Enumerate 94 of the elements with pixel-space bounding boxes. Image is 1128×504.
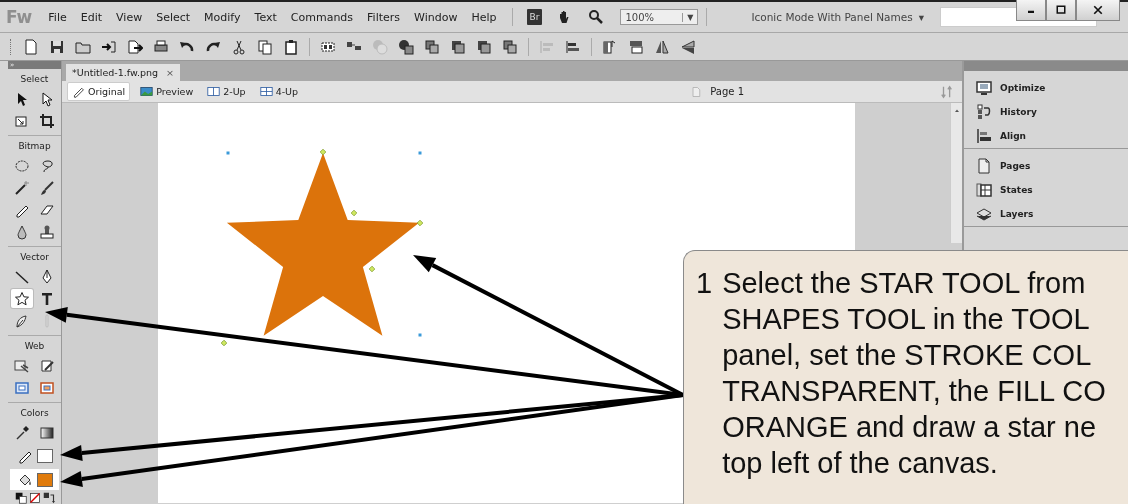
slice-icon bbox=[39, 357, 55, 374]
zoom-dropdown[interactable]: 100% ▼ bbox=[620, 9, 699, 25]
menu-item[interactable]: View bbox=[109, 10, 150, 24]
freeform-icon bbox=[14, 312, 30, 329]
flip-horizontal-icon[interactable] bbox=[654, 39, 670, 55]
line-icon bbox=[14, 268, 30, 285]
maximize-icon bbox=[1055, 4, 1067, 16]
monitor-icon bbox=[976, 79, 992, 96]
panel-button[interactable]: Pages bbox=[1000, 160, 1031, 171]
app-logo: Fw bbox=[6, 7, 32, 27]
menu-item[interactable]: Edit bbox=[73, 10, 110, 24]
document-icon[interactable] bbox=[23, 39, 39, 55]
section-label: Select bbox=[19, 74, 50, 84]
instruction-text: Select the STAR TOOL from SHAPES TOOL in the TOOL panel, set the STROKE COL TRANSPARENT, the FILL CO ORANGE and draw a star ne top left of the canvas. bbox=[722, 266, 1106, 481]
bridge-button[interactable]: Br bbox=[526, 9, 543, 25]
close-tab-button[interactable]: × bbox=[166, 67, 174, 78]
subselect-icon bbox=[39, 90, 55, 107]
section-label: Web bbox=[23, 341, 46, 351]
panel-button[interactable]: Align bbox=[1000, 130, 1026, 141]
scrollbar[interactable] bbox=[950, 103, 962, 243]
stacked-squares-icon[interactable] bbox=[502, 39, 518, 55]
hide-slices-icon bbox=[14, 379, 30, 396]
maximize-button[interactable] bbox=[1046, 0, 1076, 21]
stacked-squares-icon[interactable] bbox=[424, 39, 440, 55]
export-icon[interactable] bbox=[127, 39, 143, 55]
clipboard-icon[interactable] bbox=[283, 39, 299, 55]
stacked-squares-icon[interactable] bbox=[476, 39, 492, 55]
printer-icon[interactable] bbox=[153, 39, 169, 55]
quad-view-icon bbox=[259, 85, 273, 98]
gradient-icon bbox=[39, 424, 55, 441]
magic-wand-icon bbox=[14, 179, 30, 196]
view-mode-tab[interactable]: 4-Up bbox=[255, 83, 303, 100]
split-view-icon bbox=[207, 85, 221, 98]
copy-icon[interactable] bbox=[257, 39, 273, 55]
stamp-icon bbox=[39, 223, 55, 240]
fill-color-row[interactable] bbox=[10, 469, 59, 490]
import-icon[interactable] bbox=[101, 39, 117, 55]
search-icon[interactable] bbox=[588, 9, 605, 25]
menu-item[interactable]: Text bbox=[247, 10, 284, 24]
view-mode-tab[interactable]: 2-Up bbox=[203, 83, 250, 100]
crop-icon bbox=[39, 112, 55, 129]
flip-vertical-icon[interactable] bbox=[680, 39, 696, 55]
hotspot-icon bbox=[14, 357, 30, 374]
menu-item[interactable]: Select bbox=[149, 10, 198, 24]
document-tab[interactable]: *Untitled-1.fw.png × bbox=[66, 64, 180, 81]
tool-button[interactable] bbox=[11, 289, 33, 308]
pencil-icon bbox=[72, 85, 85, 98]
panel-button[interactable]: History bbox=[1000, 106, 1037, 117]
swap-colors-icon[interactable] bbox=[42, 492, 55, 504]
workspace-switcher[interactable]: Iconic Mode With Panel Names ▾ bbox=[751, 11, 924, 23]
close-icon bbox=[1092, 4, 1104, 16]
group-icon[interactable] bbox=[320, 39, 336, 55]
no-color-icon[interactable] bbox=[28, 492, 41, 504]
view-mode-tab[interactable]: Preview bbox=[136, 83, 198, 100]
brush-icon bbox=[39, 179, 55, 196]
scroll-up-icon[interactable] bbox=[952, 107, 961, 115]
page-icon bbox=[690, 85, 703, 98]
page-icon bbox=[976, 157, 992, 174]
section-label: Vector bbox=[19, 252, 50, 262]
color-swatch[interactable] bbox=[36, 472, 53, 487]
panel-button[interactable]: States bbox=[1000, 184, 1033, 195]
menu-item[interactable]: Filters bbox=[360, 10, 408, 24]
page-label[interactable]: Page 1 bbox=[710, 86, 744, 97]
history-icon bbox=[976, 103, 992, 120]
default-colors-icon[interactable] bbox=[14, 492, 27, 504]
panel-button[interactable]: Optimize bbox=[1000, 82, 1046, 93]
combine-icon[interactable] bbox=[398, 39, 414, 55]
show-slices-icon bbox=[39, 379, 55, 396]
step-number: 1 bbox=[696, 266, 713, 301]
landscape-icon bbox=[140, 85, 154, 98]
align-icon[interactable] bbox=[565, 39, 581, 55]
rotate-icon[interactable] bbox=[602, 39, 618, 55]
color-swatch[interactable] bbox=[36, 448, 53, 463]
film-frames-icon bbox=[976, 181, 992, 198]
text-tool-icon bbox=[39, 290, 55, 307]
flip-icon[interactable] bbox=[628, 39, 644, 55]
folder-icon[interactable] bbox=[75, 39, 91, 55]
section-label: Colors bbox=[19, 408, 50, 418]
stacked-squares-icon[interactable] bbox=[450, 39, 466, 55]
panel-button[interactable]: Layers bbox=[1000, 208, 1034, 219]
close-button[interactable] bbox=[1076, 0, 1120, 21]
view-mode-tab[interactable]: Original bbox=[67, 82, 131, 101]
marquee-icon bbox=[14, 157, 30, 174]
star-icon bbox=[14, 290, 30, 307]
eyedropper-icon bbox=[14, 424, 30, 441]
align-icon bbox=[976, 127, 992, 144]
menu-item[interactable]: Modify bbox=[197, 10, 248, 24]
drop-icon bbox=[14, 223, 30, 240]
scissors-icon[interactable] bbox=[231, 39, 247, 55]
section-label: Bitmap bbox=[17, 141, 52, 151]
menu-item[interactable]: File bbox=[41, 10, 74, 24]
menu-item[interactable]: Help bbox=[464, 10, 504, 24]
menu-item[interactable]: Window bbox=[407, 10, 465, 24]
menu-item[interactable]: Commands bbox=[283, 10, 361, 24]
